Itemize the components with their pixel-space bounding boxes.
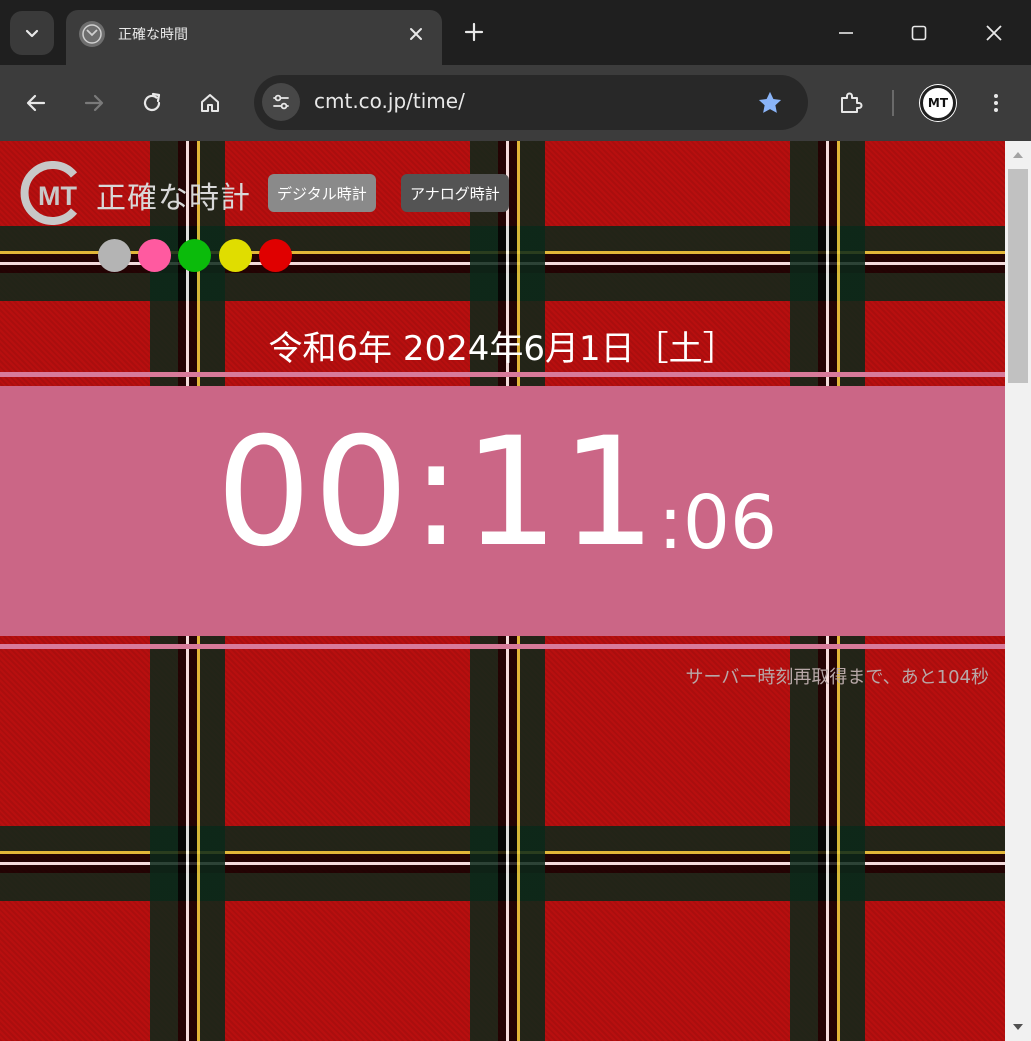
tab-search-button[interactable] — [10, 11, 54, 55]
theme-swatch-pink[interactable] — [138, 239, 171, 272]
new-tab-button[interactable] — [456, 14, 492, 50]
scroll-down-button[interactable] — [1005, 1015, 1031, 1041]
profile-initials: MT — [927, 96, 949, 110]
home-icon — [201, 94, 219, 112]
tune-icon — [273, 94, 289, 110]
toolbar-divider — [892, 90, 894, 116]
site-title: 正確な時計 — [96, 181, 251, 216]
bookmark-star-button[interactable] — [754, 87, 786, 119]
clock-band: 00:11 :06 — [0, 386, 1005, 636]
scroll-up-button[interactable] — [1005, 141, 1031, 167]
tab-title: 正確な時間 — [118, 27, 188, 43]
analog-clock-button[interactable]: アナログ時計 — [401, 174, 509, 212]
cmt-logo[interactable]: MT — [20, 161, 84, 225]
site-info-button[interactable] — [262, 83, 300, 121]
maximize-button[interactable] — [895, 10, 943, 56]
triangle-down-icon — [1013, 1024, 1023, 1030]
logo-text: MT — [38, 181, 77, 211]
address-bar[interactable]: cmt.co.jp/time/ — [254, 75, 808, 130]
tab-strip: 正確な時間 — [0, 0, 1031, 65]
minimize-icon — [839, 32, 853, 34]
clock-band-top-rule — [0, 372, 1005, 377]
back-button[interactable] — [16, 83, 56, 123]
close-window-button[interactable] — [970, 10, 1018, 56]
clock-band-bottom-rule — [0, 644, 1005, 649]
tab-close-button[interactable] — [402, 20, 430, 48]
star-icon — [758, 91, 782, 113]
profile-avatar[interactable]: MT — [920, 85, 956, 121]
theme-swatch-yellow[interactable] — [219, 239, 252, 272]
theme-swatch-gray[interactable] — [98, 239, 131, 272]
vertical-scrollbar[interactable] — [1005, 141, 1031, 1041]
close-icon — [410, 28, 422, 40]
theme-swatch-green[interactable] — [178, 239, 211, 272]
plus-icon — [464, 22, 484, 42]
triangle-up-icon — [1013, 152, 1023, 158]
clock-favicon-icon — [79, 21, 105, 47]
minimize-button[interactable] — [822, 10, 870, 56]
extensions-button[interactable] — [830, 83, 870, 123]
maximize-icon — [911, 25, 927, 41]
url-text[interactable]: cmt.co.jp/time/ — [314, 89, 465, 113]
date-display: 令和6年 2024年6月1日［土］ — [268, 329, 737, 369]
clock-seconds: :06 — [658, 480, 778, 566]
server-refetch-notice: サーバー時刻再取得まで、あと104秒 — [685, 667, 989, 688]
clock-hours-minutes: 00:11 — [216, 406, 659, 580]
reload-icon — [143, 92, 161, 112]
forward-button[interactable] — [74, 83, 114, 123]
arrow-right-icon — [84, 94, 104, 112]
page-viewport: MT 正確な時計 デジタル時計 アナログ時計 令和6年 2024年6月1日［土］… — [0, 141, 1005, 1041]
reload-button[interactable] — [132, 83, 172, 123]
chevron-down-icon — [25, 29, 39, 38]
arrow-left-icon — [26, 94, 46, 112]
browser-tab[interactable]: 正確な時間 — [66, 10, 442, 65]
digital-clock-button[interactable]: デジタル時計 — [268, 174, 376, 212]
home-button[interactable] — [190, 83, 230, 123]
theme-swatch-red[interactable] — [259, 239, 292, 272]
more-vert-icon — [994, 94, 998, 112]
puzzle-icon — [841, 92, 863, 113]
menu-button[interactable] — [976, 83, 1016, 123]
browser-window: 正確な時間 cmt.co.jp/time/ MT MT 正確な時計 デジタル時計… — [0, 0, 1031, 1041]
close-icon — [986, 25, 1002, 41]
scrollbar-thumb[interactable] — [1008, 169, 1028, 383]
browser-toolbar: cmt.co.jp/time/ MT — [0, 65, 1031, 141]
